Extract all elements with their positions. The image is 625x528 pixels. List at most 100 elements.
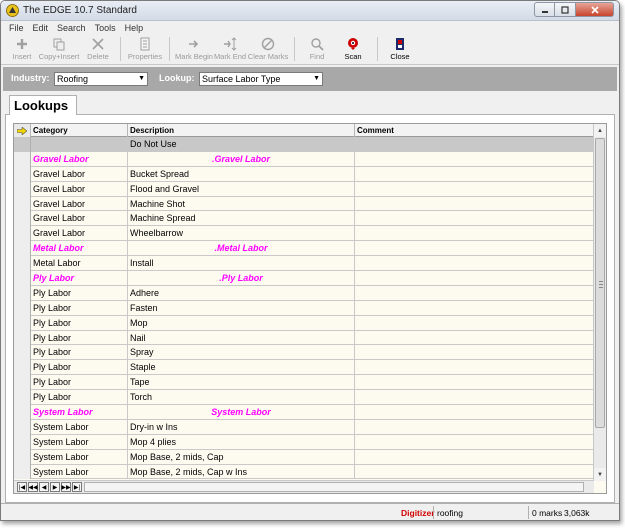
- row-selector[interactable]: [14, 419, 31, 435]
- row-selector[interactable]: [14, 226, 31, 242]
- prev-record-button[interactable]: ◀: [39, 482, 49, 492]
- category-cell[interactable]: Ply Labor: [31, 330, 128, 346]
- row-selector[interactable]: [14, 211, 31, 227]
- comment-cell[interactable]: [355, 375, 594, 391]
- category-cell[interactable]: System Labor: [31, 449, 128, 465]
- vertical-scrollbar[interactable]: ▲ ▼: [593, 124, 606, 481]
- comment-cell[interactable]: [355, 434, 594, 450]
- menu-edit[interactable]: Edit: [33, 21, 49, 35]
- row-selector[interactable]: [14, 434, 31, 450]
- tab-lookups[interactable]: Lookups: [9, 95, 77, 115]
- row-selector[interactable]: [14, 390, 31, 406]
- category-cell[interactable]: Gravel Labor: [31, 181, 128, 197]
- description-cell[interactable]: Spray: [128, 345, 355, 361]
- category-cell[interactable]: [31, 137, 128, 152]
- comment-cell[interactable]: [355, 181, 594, 197]
- comment-cell[interactable]: [355, 271, 594, 286]
- scroll-up-button[interactable]: ▲: [594, 124, 606, 137]
- description-cell[interactable]: .Ply Labor: [128, 271, 355, 286]
- row-selector[interactable]: [14, 315, 31, 331]
- comment-cell[interactable]: [355, 464, 594, 480]
- row-selector[interactable]: [14, 166, 31, 182]
- description-cell[interactable]: Tape: [128, 375, 355, 391]
- table-row[interactable]: Ply Labor Tape: [14, 375, 594, 391]
- menu-tools[interactable]: Tools: [95, 21, 116, 35]
- comment-cell[interactable]: [355, 256, 594, 272]
- menu-help[interactable]: Help: [125, 21, 144, 35]
- description-cell[interactable]: Flood and Gravel: [128, 181, 355, 197]
- table-row[interactable]: Gravel Labor Flood and Gravel: [14, 181, 594, 197]
- menu-search[interactable]: Search: [57, 21, 86, 35]
- category-cell[interactable]: Gravel Labor: [31, 196, 128, 212]
- category-cell[interactable]: Ply Labor: [31, 360, 128, 376]
- row-selector-header[interactable]: [14, 124, 31, 137]
- description-cell[interactable]: Nail: [128, 330, 355, 346]
- table-row[interactable]: Do Not Use: [14, 137, 594, 152]
- row-selector[interactable]: [14, 375, 31, 391]
- description-cell[interactable]: Mop 4 plies: [128, 434, 355, 450]
- category-cell[interactable]: System Labor: [31, 434, 128, 450]
- industry-select[interactable]: Roofing ▼: [54, 72, 148, 86]
- delete-button[interactable]: Delete: [81, 35, 115, 63]
- category-cell[interactable]: Gravel Labor: [31, 226, 128, 242]
- comment-cell[interactable]: [355, 360, 594, 376]
- description-cell[interactable]: Mop Base, 2 mids, Cap: [128, 449, 355, 465]
- category-cell[interactable]: System Labor: [31, 419, 128, 435]
- category-cell[interactable]: Ply Labor: [31, 300, 128, 316]
- table-row[interactable]: Gravel Labor Wheelbarrow: [14, 226, 594, 242]
- description-cell[interactable]: Wheelbarrow: [128, 226, 355, 242]
- row-selector[interactable]: [14, 405, 31, 420]
- comment-cell[interactable]: [355, 241, 594, 257]
- column-header-description[interactable]: Description: [128, 124, 355, 137]
- row-selector[interactable]: [14, 345, 31, 361]
- table-row[interactable]: Gravel Labor Machine Shot: [14, 196, 594, 212]
- table-row[interactable]: Gravel Labor Bucket Spread: [14, 166, 594, 182]
- description-cell[interactable]: Machine Spread: [128, 211, 355, 227]
- row-selector[interactable]: [14, 256, 31, 272]
- description-cell[interactable]: Dry-in w Ins: [128, 419, 355, 435]
- table-row[interactable]: Ply Labor Staple: [14, 360, 594, 376]
- comment-cell[interactable]: [355, 137, 594, 152]
- scroll-thumb[interactable]: [595, 138, 605, 428]
- mark-begin-button[interactable]: Mark Begin: [175, 35, 213, 63]
- table-row[interactable]: System Labor Mop Base, 2 mids, Cap: [14, 449, 594, 465]
- insert-button[interactable]: Insert: [7, 35, 37, 63]
- lookup-select[interactable]: Surface Labor Type ▼: [199, 72, 323, 86]
- description-cell[interactable]: Install: [128, 256, 355, 272]
- group-row[interactable]: System Labor System Labor: [14, 405, 594, 420]
- comment-cell[interactable]: [355, 405, 594, 420]
- category-cell[interactable]: Metal Labor: [31, 256, 128, 272]
- comment-cell[interactable]: [355, 285, 594, 301]
- horizontal-scroll-thumb[interactable]: [84, 482, 584, 492]
- properties-button[interactable]: Properties: [126, 35, 164, 63]
- description-cell[interactable]: Torch: [128, 390, 355, 406]
- category-cell[interactable]: Gravel Labor: [31, 151, 128, 167]
- row-selector[interactable]: [14, 151, 31, 167]
- comment-cell[interactable]: [355, 300, 594, 316]
- group-row[interactable]: Ply Labor .Ply Labor: [14, 271, 594, 286]
- description-cell[interactable]: System Labor: [128, 405, 355, 420]
- row-selector[interactable]: [14, 285, 31, 301]
- find-button[interactable]: Find: [300, 35, 334, 63]
- scan-button[interactable]: Scan: [334, 35, 372, 63]
- category-cell[interactable]: Ply Labor: [31, 390, 128, 406]
- table-row[interactable]: Ply Labor Mop: [14, 315, 594, 331]
- row-selector[interactable]: [14, 181, 31, 197]
- comment-cell[interactable]: [355, 330, 594, 346]
- category-cell[interactable]: Gravel Labor: [31, 166, 128, 182]
- table-row[interactable]: Metal Labor Install: [14, 256, 594, 272]
- category-cell[interactable]: Metal Labor: [31, 241, 128, 257]
- row-selector[interactable]: [14, 271, 31, 286]
- next-page-button[interactable]: ▶▶: [61, 482, 71, 492]
- table-row[interactable]: Ply Labor Nail: [14, 330, 594, 346]
- category-cell[interactable]: Ply Labor: [31, 345, 128, 361]
- row-selector[interactable]: [14, 241, 31, 257]
- table-row[interactable]: Ply Labor Spray: [14, 345, 594, 361]
- description-cell[interactable]: Machine Shot: [128, 196, 355, 212]
- description-cell[interactable]: Do Not Use: [128, 137, 355, 152]
- comment-cell[interactable]: [355, 315, 594, 331]
- group-row[interactable]: Gravel Labor .Gravel Labor: [14, 151, 594, 167]
- mark-end-button[interactable]: Mark End: [213, 35, 247, 63]
- row-selector[interactable]: [14, 449, 31, 465]
- category-cell[interactable]: System Labor: [31, 464, 128, 480]
